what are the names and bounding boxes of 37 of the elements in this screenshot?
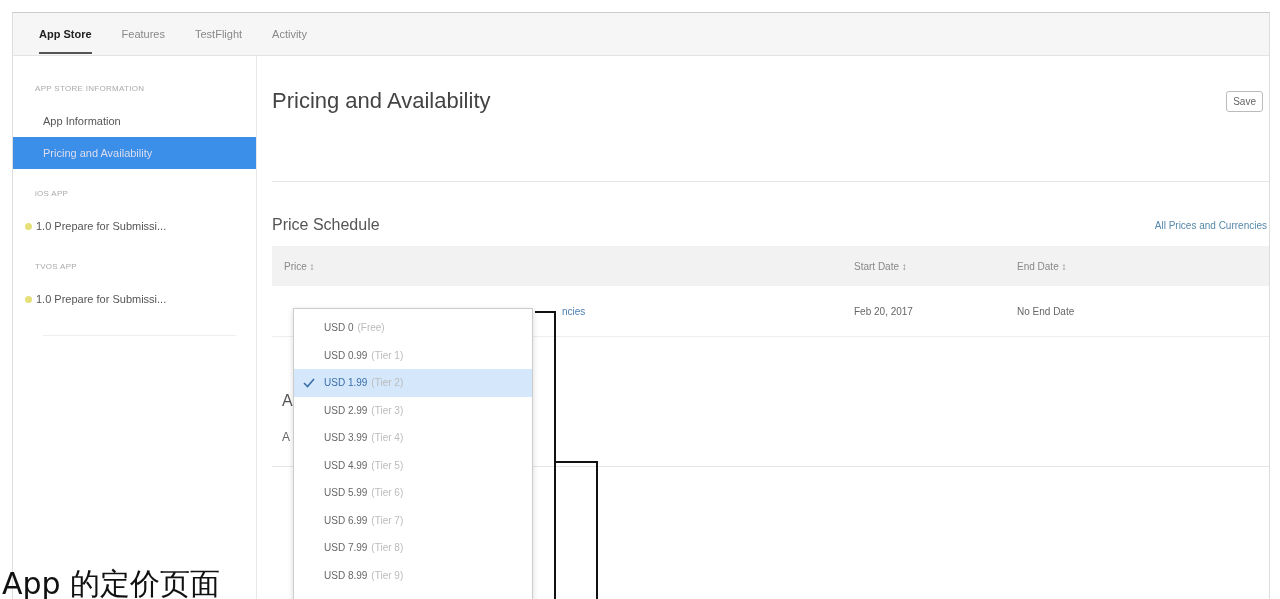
sidebar-item[interactable]: App Information xyxy=(13,105,256,137)
checkmark-icon xyxy=(303,378,315,388)
section-title: A xyxy=(282,392,293,409)
dropdown-option[interactable]: USD 7.99 (Tier 8) xyxy=(294,534,532,562)
sidebar-section-header: iOS APP xyxy=(34,189,70,198)
nav-tab[interactable]: TestFlight xyxy=(195,14,243,54)
prices-link[interactable]: All Prices and Currencies xyxy=(1154,219,1267,231)
dropdown-option[interactable]: USD 0.99 (Tier 1) xyxy=(294,341,532,369)
save-button[interactable]: Save xyxy=(1226,90,1263,112)
column-header[interactable]: Price ↕ xyxy=(284,260,854,272)
sidebar-item[interactable]: 1.0 Prepare for Submissi... xyxy=(13,210,256,242)
dropdown-option[interactable]: USD 6.99 (Tier 7) xyxy=(294,506,532,534)
page-title: Pricing and Availability xyxy=(272,88,491,114)
sidebar-section-header: TVOS APP xyxy=(34,262,78,271)
dropdown-option[interactable]: USD 5.99 (Tier 6) xyxy=(294,479,532,507)
dropdown-option[interactable]: USD 4.99 (Tier 5) xyxy=(294,451,532,479)
table-cell-text: No End Date xyxy=(1017,305,1076,317)
sidebar-item[interactable]: 1.0 Prepare for Submissi... xyxy=(13,283,256,315)
status-dot-icon xyxy=(25,222,32,230)
status-dot-icon xyxy=(25,295,32,303)
nav-tab[interactable]: App Store xyxy=(39,14,92,54)
dropdown-option[interactable]: USD 8.99 (Tier 9) xyxy=(294,561,532,589)
section-subtitle: A xyxy=(282,430,290,444)
column-header[interactable]: Start Date ↕ xyxy=(854,260,1017,272)
sidebar-section-header: APP STORE INFORMATION xyxy=(34,84,146,93)
dropdown-option[interactable]: USD 2.99 (Tier 3) xyxy=(294,396,532,424)
sidebar-item-label: 1.0 Prepare for Submissi... xyxy=(36,293,167,305)
nav-tab[interactable]: Activity xyxy=(272,14,307,54)
dropdown-option[interactable]: USD 3.99 (Tier 4) xyxy=(294,424,532,452)
dropdown-option[interactable]: USD 1.99 (Tier 2) xyxy=(294,369,532,397)
sidebar-item-label: 1.0 Prepare for Submissi... xyxy=(36,220,167,232)
nav-tab[interactable]: Features xyxy=(121,14,165,54)
dropdown-option[interactable]: USD 0 (Free) xyxy=(294,314,532,342)
section-title: Price Schedule xyxy=(272,216,380,234)
table-cell-text: ncies xyxy=(561,305,587,317)
column-header[interactable]: End Date ↕ xyxy=(1017,260,1269,272)
table-cell-text: Feb 20, 2017 xyxy=(854,305,914,317)
